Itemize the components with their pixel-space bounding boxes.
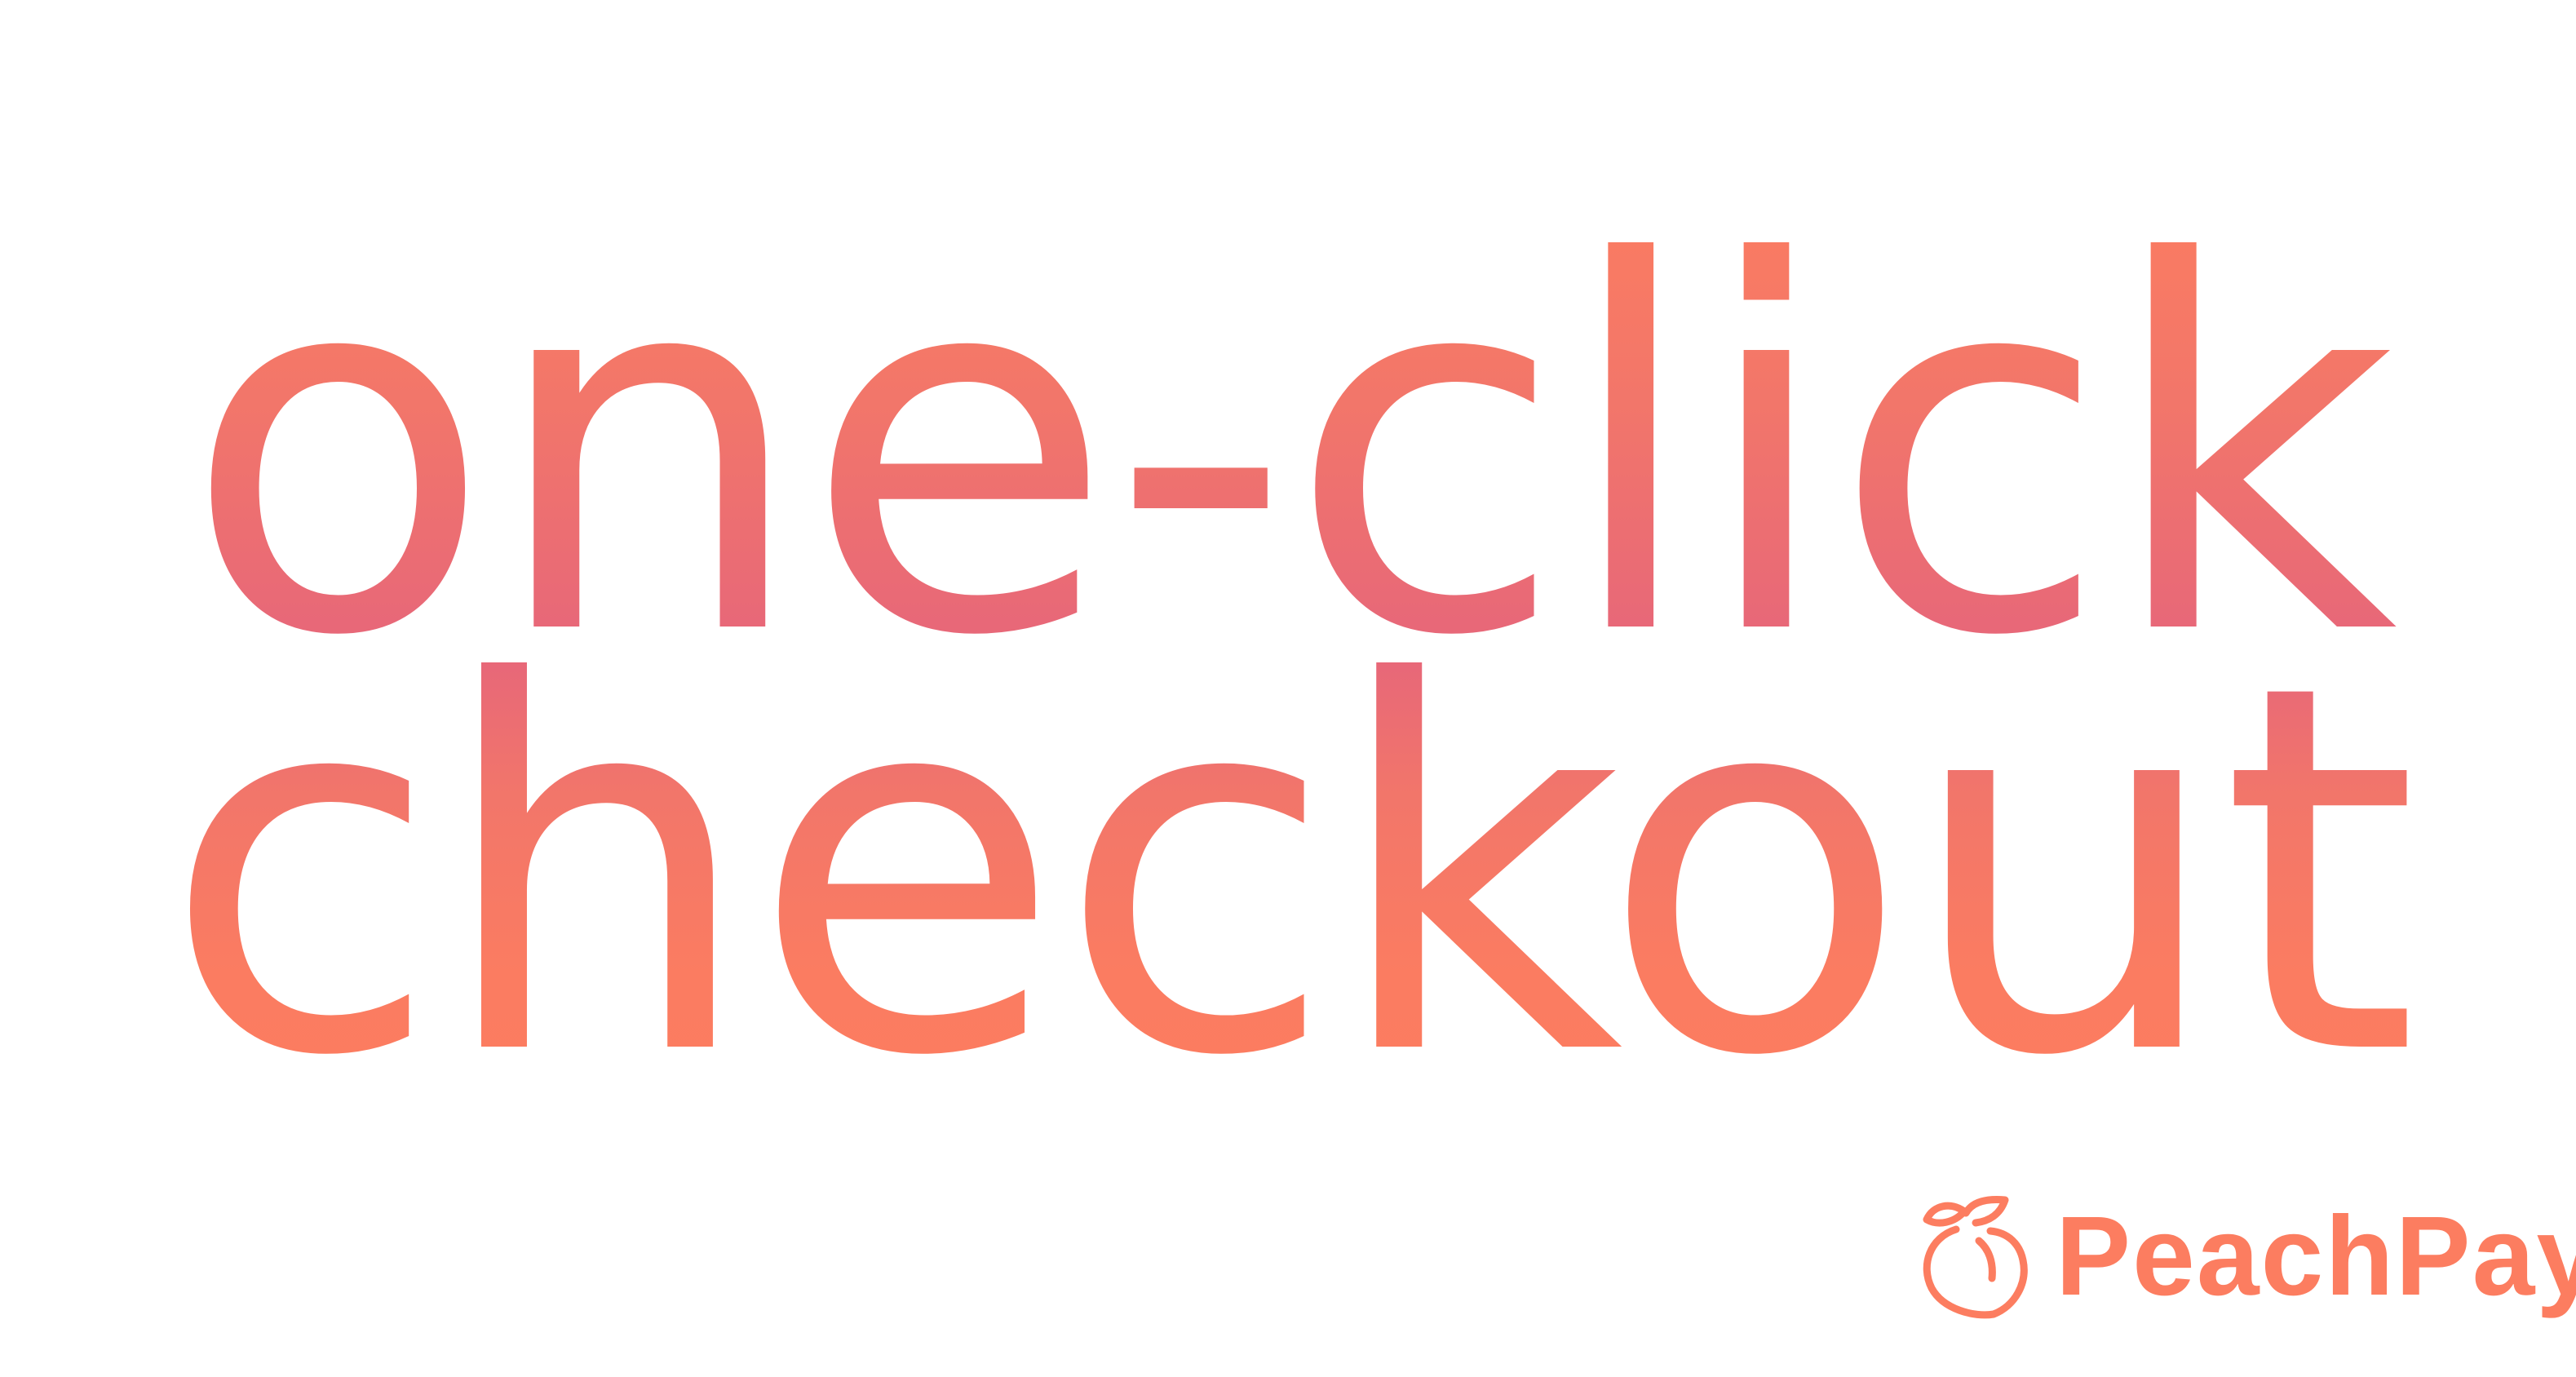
banner: one-click checkout PeachPay bbox=[0, 0, 2576, 1377]
logo-wordmark: PeachPay bbox=[2056, 1193, 2576, 1319]
peachpay-logo: PeachPay bbox=[1909, 1183, 2576, 1330]
headline: one-click checkout bbox=[0, 0, 2576, 1377]
headline-line-checkout: checkout bbox=[0, 620, 2576, 1126]
peach-icon bbox=[1909, 1187, 2047, 1326]
